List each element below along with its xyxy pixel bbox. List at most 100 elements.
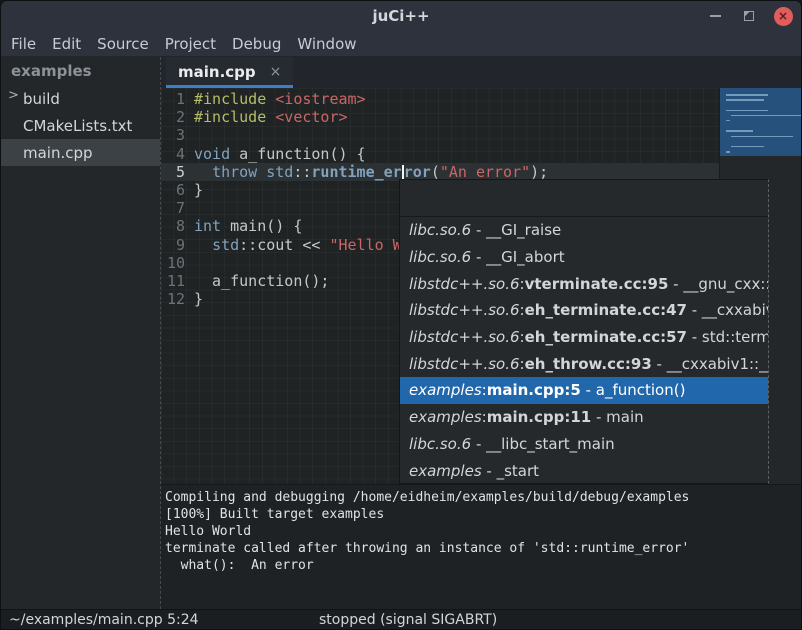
minimap-code-line	[726, 130, 753, 132]
backtrace-item-part: - __gnu_cxx::__verbos	[668, 275, 768, 293]
close-tab-icon[interactable]: ×	[270, 64, 282, 80]
code-token: <iostream>	[275, 90, 365, 108]
sidebar-item-main-cpp[interactable]: main.cpp	[1, 139, 160, 166]
menu-item-project[interactable]: Project	[165, 35, 216, 53]
menu-item-debug[interactable]: Debug	[232, 35, 281, 53]
window-title: juCi++	[372, 7, 429, 25]
backtrace-popup-header	[400, 180, 768, 217]
minimap-code-line	[726, 99, 764, 101]
code-token: ::cout <<	[239, 236, 329, 254]
code-token: std	[212, 236, 239, 254]
backtrace-item[interactable]: libc.so.6 - __GI_raise	[400, 217, 768, 244]
backtrace-item-part: eh_throw.cc:93	[525, 355, 652, 373]
project-sidebar: examples > build CMakeLists.txt main.cpp	[1, 57, 160, 609]
line-number: 6	[161, 181, 191, 199]
minimap-code-line	[726, 110, 768, 112]
chevron-right-icon[interactable]: >	[8, 88, 19, 103]
code-token: a_function() {	[230, 145, 365, 163]
backtrace-item-part: examples	[409, 381, 482, 399]
backtrace-item[interactable]: examples:main.cpp:5 - a_function()	[400, 377, 768, 404]
terminal-line: Compiling and debugging /home/eidheim/ex…	[165, 489, 802, 506]
terminal-line: terminate called after throwing an insta…	[165, 540, 802, 557]
backtrace-item-part: eh_terminate.cc:57	[525, 328, 687, 346]
code-text: }	[191, 181, 203, 199]
backtrace-item-part: examples	[409, 462, 482, 480]
backtrace-item-part: - a_function()	[581, 381, 686, 399]
backtrace-item-part: vterminate.cc:95	[525, 275, 669, 293]
code-text	[191, 254, 194, 272]
backtrace-item[interactable]: libstdc++.so.6:eh_terminate.cc:57 - std:…	[400, 324, 768, 351]
sidebar-item-build[interactable]: > build	[1, 85, 160, 112]
window-controls: ×	[705, 1, 793, 31]
sidebar-item-label: build	[23, 90, 60, 108]
backtrace-item-part: main.cpp:11	[487, 408, 592, 426]
status-bar: ~/examples/main.cpp 5:24 stopped (signal…	[1, 609, 801, 630]
minimize-button[interactable]	[705, 6, 725, 26]
menu-item-file[interactable]: File	[11, 35, 36, 53]
title-bar[interactable]: juCi++ ×	[1, 1, 801, 31]
backtrace-item-part: - std::terminate()	[687, 328, 768, 346]
line-number: 8	[161, 217, 191, 235]
backtrace-list: libc.so.6 - __GI_raiselibc.so.6 - __GI_a…	[400, 217, 768, 484]
code-token: }	[194, 290, 203, 308]
code-line-4[interactable]: 4void a_function() {	[161, 145, 719, 163]
line-number: 11	[161, 272, 191, 290]
line-number: 12	[161, 290, 191, 308]
code-line-2[interactable]: 2#include <vector>	[161, 108, 719, 126]
minimize-icon	[710, 15, 721, 17]
backtrace-item-part: examples	[409, 408, 482, 426]
minimap-code-line	[731, 136, 793, 138]
backtrace-item-part: - __cxxabiv1::__tern	[687, 301, 768, 319]
terminal-output[interactable]: Compiling and debugging /home/eidheim/ex…	[161, 484, 802, 609]
backtrace-item[interactable]: libstdc++.so.6:eh_throw.cc:93 - __cxxabi…	[400, 350, 768, 377]
code-line-1[interactable]: 1#include <iostream>	[161, 90, 719, 108]
backtrace-item-part: libstdc++.so.6	[409, 355, 520, 373]
backtrace-item[interactable]: libstdc++.so.6:eh_terminate.cc:47 - __cx…	[400, 297, 768, 324]
backtrace-item-part: main.cpp:5	[487, 381, 581, 399]
code-line-3[interactable]: 3	[161, 126, 719, 144]
code-token: }	[194, 181, 203, 199]
backtrace-item[interactable]: libstdc++.so.6:vterminate.cc:95 - __gnu_…	[400, 270, 768, 297]
code-token	[266, 90, 275, 108]
close-button[interactable]: ×	[773, 6, 793, 26]
code-text: std::cout << "Hello W	[191, 236, 402, 254]
backtrace-item-part: - __GI_abort	[471, 248, 564, 266]
code-text: int main() {	[191, 217, 302, 235]
backtrace-item[interactable]: examples:main.cpp:11 - main	[400, 404, 768, 431]
backtrace-item[interactable]: examples - _start	[400, 457, 768, 484]
sidebar-item-label: CMakeLists.txt	[23, 117, 132, 135]
project-name: examples	[1, 57, 160, 85]
code-token	[257, 163, 266, 181]
backtrace-item-part: libstdc++.so.6	[409, 275, 520, 293]
menu-item-source[interactable]: Source	[97, 35, 149, 53]
sidebar-item-cmakelists-txt[interactable]: CMakeLists.txt	[1, 112, 160, 139]
terminal-line: [100%] Built target examples	[165, 506, 802, 523]
backtrace-item[interactable]: libc.so.6 - __GI_abort	[400, 244, 768, 271]
juci-window: juCi++ × File Edit Source Project Debug Windo…	[0, 0, 802, 630]
code-token: a_function();	[194, 272, 329, 290]
sidebar-item-label: main.cpp	[23, 144, 93, 162]
restore-button[interactable]	[739, 6, 759, 26]
tab-bar: main.cpp×	[161, 57, 802, 88]
code-token	[194, 236, 212, 254]
menu-item-window[interactable]: Window	[297, 35, 356, 53]
restore-icon	[744, 11, 754, 21]
line-number: 10	[161, 254, 191, 272]
backtrace-item[interactable]: libc.so.6 - __libc_start_main	[400, 431, 768, 458]
line-number: 1	[161, 90, 191, 108]
menu-item-edit[interactable]: Edit	[52, 35, 81, 53]
code-text: a_function();	[191, 272, 329, 290]
code-token	[194, 163, 212, 181]
code-token: std	[266, 163, 293, 181]
minimap-code-line	[731, 146, 764, 148]
backtrace-item-part: libstdc++.so.6	[409, 328, 520, 346]
backtrace-item-part: - _start	[482, 462, 539, 480]
status-file-location: ~/examples/main.cpp 5:24	[9, 612, 199, 628]
terminal-line: Hello World	[165, 523, 802, 540]
minimap-viewport[interactable]	[720, 88, 802, 156]
line-number: 4	[161, 145, 191, 163]
file-tree: > build CMakeLists.txt main.cpp	[1, 85, 160, 166]
code-token: runtime_er	[311, 163, 401, 181]
tab-main-cpp[interactable]: main.cpp×	[166, 57, 293, 88]
line-number: 3	[161, 126, 191, 144]
